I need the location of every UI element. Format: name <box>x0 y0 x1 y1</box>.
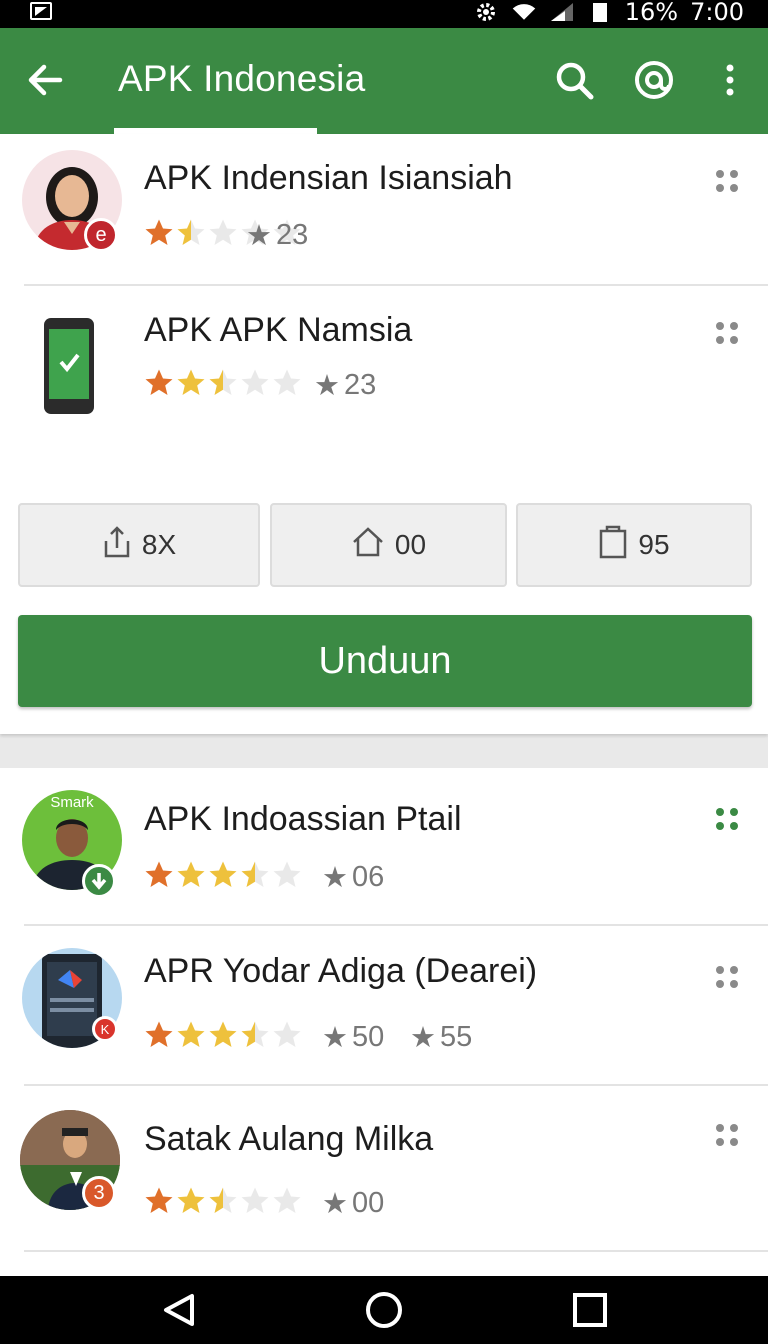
drag-handle-icon[interactable] <box>716 322 740 346</box>
star-icon <box>241 369 269 395</box>
star-icon <box>241 1187 269 1213</box>
app-name: Satak Aulang Milka <box>144 1120 434 1158</box>
star-icon: ★ <box>322 1022 348 1054</box>
wifi-icon <box>511 1 537 23</box>
rating-stars <box>144 1020 302 1050</box>
system-nav-bar <box>0 1276 768 1344</box>
star-icon <box>209 219 237 245</box>
app-badge: e <box>84 218 118 252</box>
rating-count: ★ 00 <box>322 1187 385 1220</box>
rating-stars <box>144 860 302 890</box>
star-icon <box>273 1021 301 1047</box>
star-icon <box>145 219 173 245</box>
star-icon <box>241 861 269 887</box>
battery-percent: 16% <box>624 0 679 26</box>
list-item[interactable]: 3 Satak Aulang Milka ★ 00 <box>0 1086 768 1252</box>
star-icon <box>145 369 173 395</box>
star-icon: ★ <box>314 370 340 402</box>
list-item[interactable]: Smark APK Indoassian Ptail ★ 06 <box>0 768 768 926</box>
star-icon <box>273 1187 301 1213</box>
app-name: APK Indoassian Ptail <box>144 800 462 838</box>
star-icon <box>209 369 237 395</box>
overflow-menu-icon[interactable] <box>708 58 752 102</box>
nav-home-icon[interactable] <box>364 1290 404 1330</box>
rating-stars <box>144 1186 302 1216</box>
signal-icon <box>549 1 575 23</box>
at-sign-icon[interactable] <box>632 58 676 102</box>
divider <box>24 1250 768 1252</box>
rating-count: ★ 23 <box>314 369 377 402</box>
back-arrow-icon[interactable] <box>22 56 70 104</box>
status-bar: 16% 7:00 <box>0 0 768 28</box>
rating-count: ★ 06 <box>322 861 385 894</box>
house-icon <box>351 525 385 566</box>
app-name: APK APK Namsia <box>144 311 413 349</box>
share-icon <box>102 525 132 566</box>
download-button[interactable]: Unduun <box>18 615 752 707</box>
app-name: APK Indensian Isiansiah <box>144 159 513 197</box>
star-icon <box>145 1021 173 1047</box>
app-badge: K <box>92 1016 118 1042</box>
drag-handle-icon[interactable] <box>716 170 740 194</box>
list-item[interactable]: K APR Yodar Adiga (Dearei) ★ 50 ★ 55 <box>0 926 768 1086</box>
drag-handle-icon[interactable] <box>716 808 740 832</box>
nav-back-icon[interactable] <box>160 1290 200 1330</box>
featured-card: e APK Indensian Isiansiah ★ 23 APK APK Na… <box>0 134 768 734</box>
rating-stars <box>144 368 302 398</box>
nav-recents-icon[interactable] <box>570 1290 610 1330</box>
star-icon: ★ <box>322 862 348 894</box>
star-icon <box>177 1187 205 1213</box>
list-item[interactable]: e APK Indensian Isiansiah ★ 23 <box>0 134 768 286</box>
drag-handle-icon[interactable] <box>716 966 740 990</box>
star-icon <box>145 1187 173 1213</box>
page-title: APK Indonesia <box>118 58 366 99</box>
app-list: Smark APK Indoassian Ptail ★ 06 K APR Yo… <box>0 768 768 1276</box>
star-icon <box>273 369 301 395</box>
star-icon <box>209 1021 237 1047</box>
clock: 7:00 <box>690 0 744 26</box>
app-badge: 3 <box>82 1176 116 1210</box>
star-icon <box>177 219 205 245</box>
star-icon: ★ <box>410 1022 436 1054</box>
star-icon: ★ <box>246 220 272 252</box>
screenshot-notification-icon <box>30 2 52 20</box>
phone-icon <box>42 316 96 416</box>
app-bar: APK Indonesia <box>0 28 768 134</box>
star-icon <box>273 861 301 887</box>
drag-handle-icon[interactable] <box>716 1124 740 1148</box>
star-icon <box>177 861 205 887</box>
settings-icon <box>473 1 499 23</box>
search-icon[interactable] <box>552 58 596 102</box>
house-stat-button[interactable]: 00 <box>270 503 507 587</box>
star-icon <box>241 1021 269 1047</box>
clipboard-icon <box>598 525 628 566</box>
list-item[interactable]: APK APK Namsia ★ 23 <box>0 286 768 496</box>
rating-count: ★ 23 <box>246 219 309 252</box>
download-badge-icon <box>82 864 116 898</box>
star-icon <box>177 369 205 395</box>
star-icon <box>209 1187 237 1213</box>
star-icon <box>209 861 237 887</box>
battery-icon <box>587 1 613 23</box>
share-stat-button[interactable]: 8X <box>18 503 260 587</box>
rating-count: ★ 50 <box>322 1021 385 1054</box>
rating-count-secondary: ★ 55 <box>410 1021 473 1054</box>
app-name: APR Yodar Adiga (Dearei) <box>144 952 538 990</box>
clipboard-stat-button[interactable]: 95 <box>516 503 752 587</box>
star-icon <box>177 1021 205 1047</box>
star-icon <box>145 861 173 887</box>
star-icon: ★ <box>322 1188 348 1220</box>
